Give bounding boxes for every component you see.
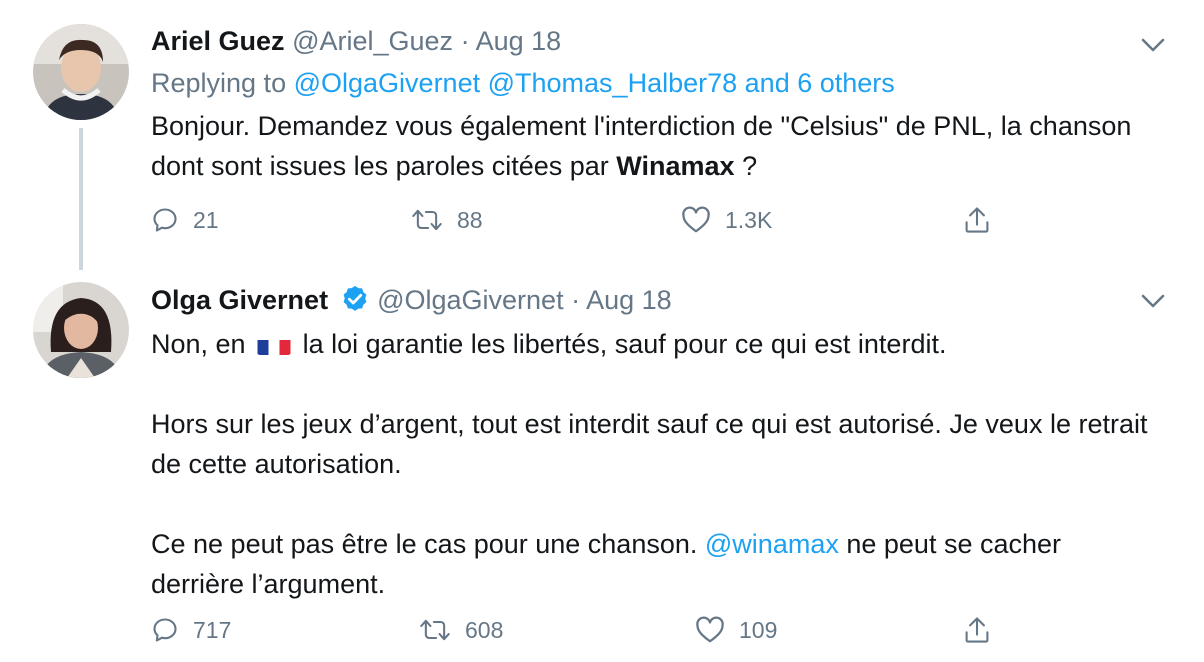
tweet-paragraph-2: Hors sur les jeux d’argent, tout est int…: [151, 409, 1148, 479]
replying-to-label: Replying to: [151, 68, 287, 98]
author-name[interactable]: Olga Givernet: [151, 285, 328, 315]
reply-button[interactable]: 717: [151, 610, 231, 650]
tweet-text: Non, en la loi garantie les libertés, sa…: [151, 324, 1161, 604]
france-flag-emoji: [257, 333, 291, 355]
tweet-actions: 717 608 109: [151, 610, 1011, 650]
like-icon: [682, 206, 710, 233]
retweet-count: 608: [465, 616, 504, 643]
chevron-down-icon[interactable]: [1138, 286, 1168, 316]
verified-badge-icon: [343, 285, 366, 311]
author-handle[interactable]: @OlgaGivernet: [377, 285, 563, 315]
share-button[interactable]: [963, 610, 991, 650]
separator-dot: ·: [571, 285, 581, 315]
like-button[interactable]: 109: [695, 610, 777, 650]
reply-button[interactable]: 21: [151, 200, 219, 240]
reply-count: 21: [193, 206, 219, 233]
avatar-olga-givernet[interactable]: [33, 282, 129, 378]
like-button[interactable]: 1.3K: [681, 200, 772, 240]
like-count: 109: [739, 616, 778, 643]
mention-thomas-halber78[interactable]: @Thomas_Halber78: [488, 68, 738, 98]
like-count: 1.3K: [725, 206, 773, 233]
chevron-down-icon[interactable]: [1138, 30, 1168, 60]
tweet-date[interactable]: Aug 18: [586, 285, 672, 315]
retweet-icon: [420, 619, 450, 641]
share-button[interactable]: [963, 200, 991, 240]
para3-start: Ce ne peut pas être le cas pour une chan…: [151, 529, 698, 559]
separator-dot: ·: [460, 26, 470, 56]
tweet-header: Ariel Guez @Ariel_Guez · Aug 18: [151, 26, 561, 57]
retweet-button[interactable]: 608: [419, 610, 503, 650]
mention-olgagivernet[interactable]: @OlgaGivernet: [294, 68, 480, 98]
retweet-count: 88: [457, 206, 483, 233]
replying-others-link[interactable]: and 6 others: [745, 68, 895, 98]
author-handle[interactable]: @Ariel_Guez: [292, 26, 453, 56]
replying-to-line: Replying to @OlgaGivernet @Thomas_Halber…: [151, 68, 895, 99]
reply-count: 717: [193, 616, 232, 643]
author-name[interactable]: Ariel Guez: [151, 26, 285, 56]
tweet-paragraph-1: Non, en la loi garantie les libertés, sa…: [151, 324, 1161, 364]
like-icon: [696, 616, 724, 643]
tweet-date[interactable]: Aug 18: [476, 26, 562, 56]
mention-winamax[interactable]: @winamax: [705, 529, 839, 559]
tweet-text: Bonjour. Demandez vous également l'inter…: [151, 106, 1161, 186]
tweet-olga-givernet[interactable]: Olga Givernet @OlgaGivernet · Aug 18 Non…: [0, 280, 1204, 662]
tweet-paragraph-3: Ce ne peut pas être le cas pour une chan…: [151, 524, 1161, 604]
reply-icon: [153, 208, 177, 232]
avatar-ariel-guez[interactable]: [33, 24, 129, 120]
para1-start: Non, en: [151, 329, 246, 359]
tweet-text-part2: ?: [734, 151, 758, 181]
tweet-header: Olga Givernet @OlgaGivernet · Aug 18: [151, 284, 672, 316]
reply-icon: [153, 618, 177, 642]
retweet-icon: [412, 209, 442, 231]
tweet-ariel-guez[interactable]: Ariel Guez @Ariel_Guez · Aug 18 Replying…: [0, 0, 1204, 280]
para1-end: la loi garantie les libertés, sauf pour …: [302, 329, 947, 359]
share-icon: [965, 207, 989, 233]
retweet-button[interactable]: 88: [411, 200, 483, 240]
thread-connector-line: [79, 128, 83, 270]
tweet-actions: 21 88 1.3K: [151, 200, 1011, 240]
tweet-text-bold: Winamax: [616, 151, 735, 181]
share-icon: [965, 617, 989, 643]
